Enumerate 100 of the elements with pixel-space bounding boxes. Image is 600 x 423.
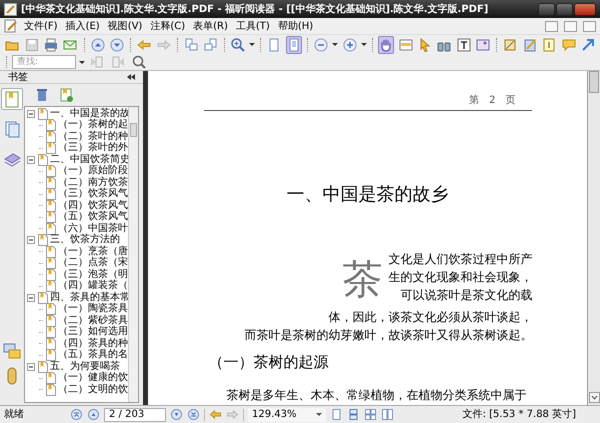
bookmark-icon bbox=[45, 268, 56, 281]
minimize-button[interactable] bbox=[538, 2, 555, 16]
previous-page-button[interactable] bbox=[90, 36, 106, 54]
bookmark-item[interactable]: （三）泡茶（明 bbox=[58, 268, 128, 281]
scrollbar[interactable] bbox=[128, 107, 138, 402]
menu-item[interactable]: 帮助(H) bbox=[276, 18, 314, 34]
continuous-view-button[interactable] bbox=[347, 408, 360, 421]
bookmark-item[interactable]: （三）饮茶风气 bbox=[58, 188, 128, 200]
save-icon bbox=[24, 38, 39, 52]
bookmark-item[interactable]: （三）茶叶的外 bbox=[58, 142, 128, 154]
collapse-toggle-icon[interactable] bbox=[27, 294, 35, 302]
bookmark-icon bbox=[45, 165, 56, 178]
scrollbar-thumb[interactable] bbox=[130, 123, 137, 137]
scrollbar[interactable] bbox=[587, 71, 600, 405]
body-text: 可以说茶叶是茶文化的载 bbox=[400, 288, 532, 302]
bookmark-item[interactable]: （二）茶叶的种 bbox=[58, 130, 128, 143]
bookmark-icon bbox=[45, 246, 56, 258]
menu-item[interactable]: 视图(V) bbox=[106, 18, 144, 34]
zoom-dropdown[interactable]: 129.43% bbox=[248, 408, 326, 422]
bookmark-item[interactable]: （四）罐装茶（ bbox=[58, 280, 128, 292]
next-page-icon bbox=[110, 38, 124, 52]
minimize-button[interactable] bbox=[545, 20, 558, 32]
bookmark-item[interactable]: （四）饮茶风气 bbox=[58, 200, 128, 212]
zoom-out-button[interactable] bbox=[313, 36, 330, 54]
menu-item[interactable]: 注释(C) bbox=[149, 18, 186, 34]
continuous-facing-view-button[interactable] bbox=[381, 408, 394, 421]
bookmark-item[interactable]: 五、为何要喝茶 bbox=[50, 360, 120, 373]
bookmark-item[interactable]: 三、饮茶方法的 bbox=[50, 234, 120, 246]
menu-item[interactable]: 文件(F) bbox=[23, 18, 59, 34]
close-button[interactable] bbox=[583, 20, 596, 32]
hand-tool-button[interactable] bbox=[378, 36, 394, 54]
bookmark-item[interactable]: （一）健康的饮 bbox=[58, 372, 128, 384]
bookmark-item[interactable]: （三）如何选用 bbox=[58, 326, 128, 338]
scrollbar-thumb[interactable] bbox=[589, 71, 599, 93]
rotate-left-icon bbox=[184, 38, 198, 52]
next-page-button[interactable] bbox=[170, 408, 183, 421]
bookmark-item[interactable]: （六）中国茶叶 bbox=[58, 222, 128, 235]
search-button[interactable] bbox=[130, 53, 148, 71]
bookmark-item[interactable]: （一）茶树的起 bbox=[58, 119, 128, 132]
bookmark-icon bbox=[37, 234, 48, 246]
close-button[interactable] bbox=[574, 2, 596, 16]
bookmark-icon bbox=[37, 154, 48, 166]
collapse-toggle-icon[interactable] bbox=[27, 236, 35, 244]
app-logo-icon bbox=[4, 2, 17, 16]
back-button[interactable] bbox=[209, 408, 222, 421]
menu-item[interactable]: 表单(R) bbox=[192, 18, 229, 34]
next-page-button[interactable] bbox=[108, 36, 126, 54]
collapse-toggle-icon[interactable] bbox=[27, 156, 35, 164]
zoom-in-button[interactable] bbox=[341, 36, 358, 54]
bookmark-item[interactable]: （一）烹茶（唐 bbox=[58, 246, 128, 258]
bookmark-item[interactable]: （五）茶具的名 bbox=[58, 349, 128, 362]
zoom-in-button[interactable] bbox=[230, 36, 246, 54]
collapse-icon[interactable] bbox=[127, 74, 135, 80]
bookmark-icon bbox=[45, 303, 56, 316]
rotate-right-button[interactable] bbox=[202, 36, 219, 54]
fit-page-icon bbox=[267, 38, 282, 52]
paperclip-icon[interactable] bbox=[5, 367, 19, 385]
menu-item[interactable]: 插入(E) bbox=[64, 18, 101, 34]
text-box-button[interactable] bbox=[540, 36, 558, 54]
bookmark-item[interactable]: （二）文明的饮 bbox=[58, 384, 128, 396]
single-page-view-button[interactable] bbox=[330, 408, 343, 421]
search-field[interactable]: 查找: bbox=[12, 55, 76, 69]
facing-view-button[interactable] bbox=[364, 408, 377, 421]
forward-icon bbox=[156, 38, 171, 52]
bookmark-icon bbox=[37, 292, 48, 304]
bookmark-item[interactable]: （一）陶瓷茶具 bbox=[58, 303, 128, 316]
collapse-toggle-icon[interactable] bbox=[27, 362, 35, 371]
bookmark-icon bbox=[45, 280, 56, 292]
body-text: 而茶叶是茶树的幼芽嫩叶，故谈茶叶又得从茶树谈起。 bbox=[244, 328, 532, 342]
body-text: 生的文化现象和社会现象， bbox=[388, 270, 532, 284]
pages-icon bbox=[4, 120, 20, 138]
text-box-icon bbox=[542, 38, 556, 52]
first-page-button[interactable] bbox=[70, 408, 83, 421]
bookmark-item[interactable]: （二）南方饮茶 bbox=[58, 176, 128, 189]
bookmark-item[interactable]: （二）点茶（宋 bbox=[58, 257, 128, 270]
collapse-toggle-icon[interactable] bbox=[27, 110, 35, 118]
text-tool-button[interactable] bbox=[455, 36, 472, 54]
add-bookmark-icon[interactable] bbox=[60, 88, 74, 102]
bookmark-item[interactable]: 四、茶具的基本常 bbox=[50, 292, 130, 304]
last-page-button[interactable] bbox=[187, 408, 200, 421]
previous-page-button[interactable] bbox=[87, 408, 100, 421]
print-button[interactable] bbox=[42, 36, 60, 54]
single-page-button[interactable] bbox=[286, 36, 302, 54]
maximize-button[interactable] bbox=[556, 2, 573, 16]
bookmark-item[interactable]: （四）茶具的种 bbox=[58, 338, 128, 350]
bookmark-item[interactable]: （一）原始阶段 bbox=[58, 165, 128, 178]
rotate-right-icon bbox=[204, 38, 218, 52]
scroll-down-icon[interactable] bbox=[589, 392, 600, 403]
rotate-left-button[interactable] bbox=[183, 36, 200, 54]
comments-icon[interactable] bbox=[3, 343, 21, 359]
dropdown-caret-icon bbox=[249, 43, 256, 46]
delete-icon[interactable] bbox=[36, 88, 48, 102]
restore-button[interactable] bbox=[564, 20, 577, 32]
body-text: 体，因此，谈茶文化必须从茶叶谈起， bbox=[328, 310, 532, 324]
page-number-field[interactable]: 2 / 203 bbox=[104, 408, 166, 422]
bookmark-item[interactable]: （五）饮茶风气 bbox=[58, 211, 128, 224]
dropdown-caret-icon bbox=[332, 43, 338, 46]
bookmark-item[interactable]: （二）紫砂茶具 bbox=[58, 314, 128, 327]
menu-item[interactable]: 工具(T) bbox=[234, 18, 271, 34]
forward-icon bbox=[227, 409, 238, 420]
